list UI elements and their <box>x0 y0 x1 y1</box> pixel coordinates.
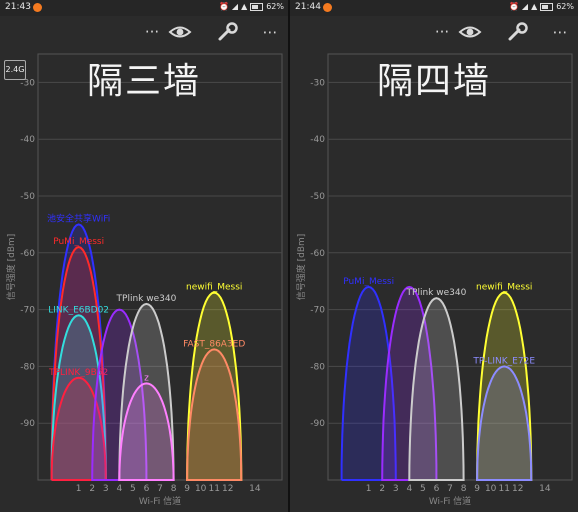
x-tick-label: 4 <box>116 484 122 494</box>
network-label: PuMi_Messi <box>343 277 394 287</box>
x-tick-label: 2 <box>89 484 95 494</box>
overflow-menu-icon[interactable]: ⋯ <box>258 22 282 42</box>
x-tick-label: 8 <box>171 484 177 494</box>
network-label: newifi_Messi <box>186 283 242 293</box>
y-tick-label: -40 <box>20 135 35 145</box>
wrench-icon[interactable] <box>506 22 530 42</box>
y-tick-label: -50 <box>20 192 35 202</box>
status-indicators: ⏰ ◢ ▲ 62% <box>219 2 284 12</box>
eye-icon[interactable] <box>168 22 192 42</box>
y-tick-label: -40 <box>310 135 325 145</box>
overlay-title: 隔四墙 <box>376 61 491 102</box>
x-axis-label: Wi-Fi 信道 <box>429 495 471 507</box>
notification-dot-icon <box>33 3 42 12</box>
alarm-icon: ⏰ <box>218 2 229 11</box>
left-phone-screen: 21:43 ⏰ ◢ ▲ 62% ··· ⋯ -30 -40 -50 -60 -70 -80… <box>0 0 288 512</box>
signal-icon: ▲ <box>531 2 538 11</box>
y-tick-label: -80 <box>310 362 325 372</box>
x-tick-label: 7 <box>447 484 453 494</box>
overlay-title: 隔三墙 <box>86 61 201 102</box>
network-label: newifi_Messi <box>476 283 532 293</box>
y-tick-label: -80 <box>20 362 35 372</box>
y-tick-label: -70 <box>20 306 35 316</box>
battery-level: 62% <box>556 2 574 11</box>
x-tick-label: 6 <box>434 484 440 494</box>
network-label: TPlink we340 <box>116 294 177 304</box>
status-bar: 21:44 ⏰ ◢ ▲ 62% <box>290 0 578 16</box>
network-label: TPlink we340 <box>406 288 467 298</box>
signal-icon: ▲ <box>241 2 248 11</box>
eye-icon[interactable] <box>458 22 482 42</box>
x-tick-label: 1 <box>76 484 82 494</box>
x-tick-label: 3 <box>393 484 399 494</box>
status-time: 21:43 <box>5 2 31 12</box>
wrench-icon-svg <box>218 22 238 41</box>
network-label: FAST_86A3ED <box>183 339 245 349</box>
y-axis-label: 信号强度 [dBm] <box>5 234 17 301</box>
more-dots-icon[interactable]: ··· <box>430 22 454 42</box>
wifi-icon: ◢ <box>231 2 239 11</box>
x-axis-label: Wi-Fi 信道 <box>139 495 181 507</box>
alarm-icon: ⏰ <box>508 2 519 11</box>
network-label: PuMi_Messi <box>53 237 104 247</box>
eye-icon-svg <box>458 26 482 38</box>
battery-level: 62% <box>266 2 284 11</box>
y-tick-label: -90 <box>20 419 35 429</box>
x-tick-label: 1 <box>366 484 372 494</box>
x-tick-label: 12 <box>512 484 523 494</box>
battery-icon <box>250 3 264 11</box>
x-tick-label: 9 <box>474 484 480 494</box>
network-label: TP-LINK_E72E <box>472 356 535 366</box>
status-indicators: ⏰ ◢ ▲ 62% <box>509 2 574 12</box>
notification-dot-icon <box>323 3 332 12</box>
app-toolbar: ··· ⋯ <box>0 16 288 48</box>
battery-icon <box>540 3 554 11</box>
x-tick-label: 8 <box>461 484 467 494</box>
wifi-icon: ◢ <box>521 2 529 11</box>
y-axis-label: 信号强度 [dBm] <box>295 234 307 301</box>
right-phone-screen: 21:44 ⏰ ◢ ▲ 62% ··· ⋯ -30 -40 -50 -60 -70 -80… <box>290 0 578 512</box>
y-tick-label: -70 <box>310 306 325 316</box>
x-tick-label: 5 <box>130 484 136 494</box>
more-dots-icon[interactable]: ··· <box>140 22 164 42</box>
x-tick-label: 3 <box>103 484 109 494</box>
signal-chart: -30 -40 -50 -60 -70 -80 -90 1 2 3 4 5 6 7 8 9 10 11 12 14 Wi… <box>290 48 578 512</box>
x-tick-label: 14 <box>539 484 551 494</box>
y-tick-label: -90 <box>310 419 325 429</box>
y-tick-label: -60 <box>310 249 325 259</box>
x-tick-label: 5 <box>420 484 426 494</box>
x-tick-label: 2 <box>379 484 385 494</box>
network-label: 池安全共享WiFi <box>47 212 110 224</box>
signal-chart: -30 -40 -50 -60 -70 -80 -90 1 2 3 4 5 6 7 8 9 10 11 12 14 Wi… <box>0 48 288 512</box>
network-label: LINK_E6BD02 <box>48 305 109 315</box>
status-time: 21:44 <box>295 2 321 12</box>
x-tick-label: 10 <box>485 484 497 494</box>
app-toolbar: ··· ⋯ <box>290 16 578 48</box>
eye-icon-svg <box>168 26 192 38</box>
chart-svg: -30-40-50-60-70-80-901 2 3 4 5 6 7 8 9 10 11 12 14Wi… <box>295 53 573 507</box>
y-tick-label: -50 <box>310 192 325 202</box>
x-tick-label: 14 <box>249 484 261 494</box>
status-bar: 21:43 ⏰ ◢ ▲ 62% <box>0 0 288 16</box>
x-tick-label: 9 <box>184 484 190 494</box>
wrench-icon[interactable] <box>216 22 240 42</box>
y-tick-label: -60 <box>20 249 35 259</box>
x-tick-label: 7 <box>157 484 163 494</box>
chart-svg: -30-40-50-60-70-80-901 2 3 4 5 6 7 8 9 10 11 12 14Wi… <box>5 53 283 507</box>
x-tick-label: 10 <box>195 484 207 494</box>
x-tick-label: 12 <box>222 484 233 494</box>
network-label: z <box>144 373 149 383</box>
x-tick-label: 11 <box>498 484 509 494</box>
x-tick-label: 6 <box>144 484 150 494</box>
x-tick-label: 11 <box>208 484 219 494</box>
overflow-menu-icon[interactable]: ⋯ <box>548 22 572 42</box>
x-tick-label: 4 <box>406 484 412 494</box>
wrench-icon-svg <box>508 22 528 41</box>
